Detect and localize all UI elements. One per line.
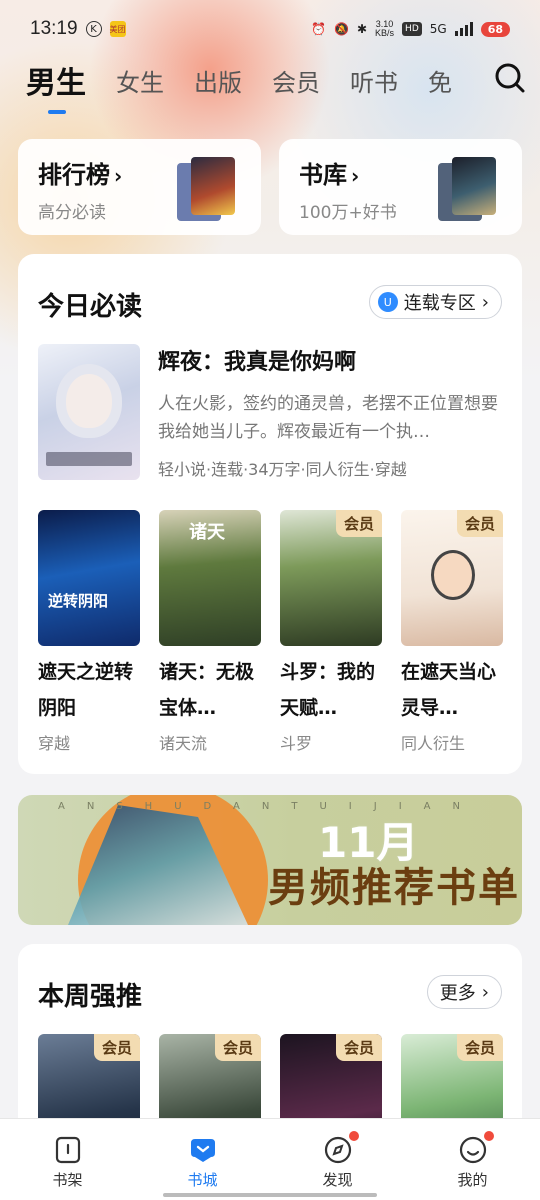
weekly-title: 本周强推 [38,982,143,1012]
k-icon: K [85,21,102,37]
today-book-grid: 逆转阴阳 遮天之逆转阴阳 穿越 诸天 诸天：无极宝体… 诸天流 会员 斗罗：我的… [38,510,503,754]
vip-badge: 会员 [335,1034,382,1061]
ranking-card[interactable]: 排行榜 › 高分必读 [18,139,261,235]
book-tag: 斗罗 [280,734,313,753]
tab-female[interactable]: 女生 [116,63,164,98]
cover-art-text: 诸天 [189,522,225,543]
discover-icon-wrap [323,1131,359,1165]
status-bar: 13:19 K 美团 ⏰ 🔕 ✱ 3.10 KB/s HD 5G 68 [0,0,540,58]
mute-icon: 🔕 [334,22,349,36]
tab-male[interactable]: 男生 [26,58,86,114]
chevron-right-icon: › [481,291,489,313]
app-notification-icon: 美团 [109,21,126,37]
book-item[interactable]: 逆转阴阳 遮天之逆转阴阳 穿越 [38,510,140,754]
tab-publish[interactable]: 出版 [194,63,242,98]
alarm-icon: ⏰ [311,22,327,36]
nav-bookstore[interactable]: 书城 [135,1119,270,1200]
vip-badge: 会员 [456,510,503,537]
search-icon[interactable] [494,62,526,94]
ranking-title-text: 排行榜 [38,161,110,189]
battery-icon: 68 [480,21,510,37]
notification-dot [348,1131,359,1141]
nav-label: 我的 [457,1171,488,1189]
more-label: 更多 [439,983,476,1004]
book-title: 在遮天当心灵导… [401,661,497,719]
book-tag: 穿越 [38,734,71,753]
vip-badge: 会员 [456,1034,503,1061]
book-item[interactable]: 会员 在遮天当心灵导… 同人衍生 [401,510,503,754]
tab-audiobook[interactable]: 听书 [350,63,398,98]
nav-label: 书城 [187,1171,218,1189]
book-cover: 会员 [280,510,382,646]
notification-dot [483,1131,494,1141]
nav-profile[interactable]: 我的 [405,1119,540,1200]
vip-badge: 会员 [335,510,382,537]
book-cover: 会员 [401,510,503,646]
status-time: 13:19 [30,18,78,39]
chevron-right-icon: › [114,164,123,188]
chevron-right-icon: › [481,981,489,1003]
serial-icon: U [377,292,398,312]
bookstore-icon [190,1139,215,1162]
featured-cover[interactable] [38,344,140,480]
ranking-cover-stack [177,157,243,221]
book-cover: 诸天 [159,510,261,646]
signal-icon [454,22,473,36]
net-speed: 3.10 KB/s [375,20,394,38]
library-cover-stack [438,157,504,221]
library-card[interactable]: 书库 › 100万+好书 [279,139,522,235]
book-tag: 诸天流 [159,734,208,753]
book-cover: 逆转阴阳 [38,510,140,646]
nav-label: 发现 [322,1171,353,1189]
book-item[interactable]: 会员 斗罗：我的天赋… 斗罗 [280,510,382,754]
monthly-banner[interactable]: ANSHUDANTUIJIAN 11月 男频推荐书单 [18,795,522,925]
today-title: 今日必读 [38,292,143,322]
library-title-text: 书库 [299,161,347,189]
book-title: 斗罗：我的天赋… [280,661,376,719]
chevron-right-icon: › [351,164,360,188]
featured-meta: 轻小说·连载·34万字·同人衍生·穿越 [158,460,407,479]
book-title: 遮天之逆转阴阳 [38,661,134,719]
featured-title[interactable]: 辉夜：我真是你妈啊 [158,344,356,376]
profile-icon-wrap [458,1131,494,1165]
smile-icon [459,1136,486,1164]
featured-desc: 人在火影，签约的通灵兽，老摆不正位置想要我给她当儿子。辉夜最近有一个执… [158,394,498,442]
cover-art-text: 逆转阴阳 [48,592,109,610]
channel-tabs: 男生 女生 出版 会员 听书 免 [26,58,526,114]
today-card: 今日必读 U 连载专区 › 辉夜：我真是你妈啊 人在火影，签约的通灵兽，老摆不正… [18,254,522,774]
compass-icon [324,1136,351,1164]
bottom-nav: 书架 书城 发现 我的 [0,1118,540,1200]
banner-title: 男频推荐书单 [268,864,520,911]
home-indicator[interactable] [163,1193,377,1197]
bluetooth-icon: ✱ [356,22,368,36]
cover-art-figure [431,550,475,600]
signal-label: 5G [429,22,447,36]
tab-vip[interactable]: 会员 [272,63,320,98]
serial-zone-label: 连载专区 [403,293,476,314]
vip-badge: 会员 [214,1034,261,1061]
net-speed-unit: KB/s [375,28,395,38]
tab-free[interactable]: 免 [428,63,452,98]
nav-discover[interactable]: 发现 [270,1119,405,1200]
more-button[interactable]: 更多 › [426,975,502,1009]
weekly-card: 本周强推 更多 › 会员 会员 会员 会员 [18,944,522,1170]
book-tag: 同人衍生 [401,734,466,753]
book-item[interactable]: 诸天 诸天：无极宝体… 诸天流 [159,510,261,754]
vip-badge: 会员 [93,1034,140,1061]
serial-zone-button[interactable]: U 连载专区 › [368,285,502,319]
book-title: 诸天：无极宝体… [159,661,255,719]
nav-bookshelf[interactable]: 书架 [0,1119,135,1200]
banner-letters: ANSHUDANTUIJIAN [58,801,482,812]
hd-icon: HD [402,22,422,36]
bookshelf-icon [55,1136,80,1164]
nav-label: 书架 [52,1171,83,1189]
